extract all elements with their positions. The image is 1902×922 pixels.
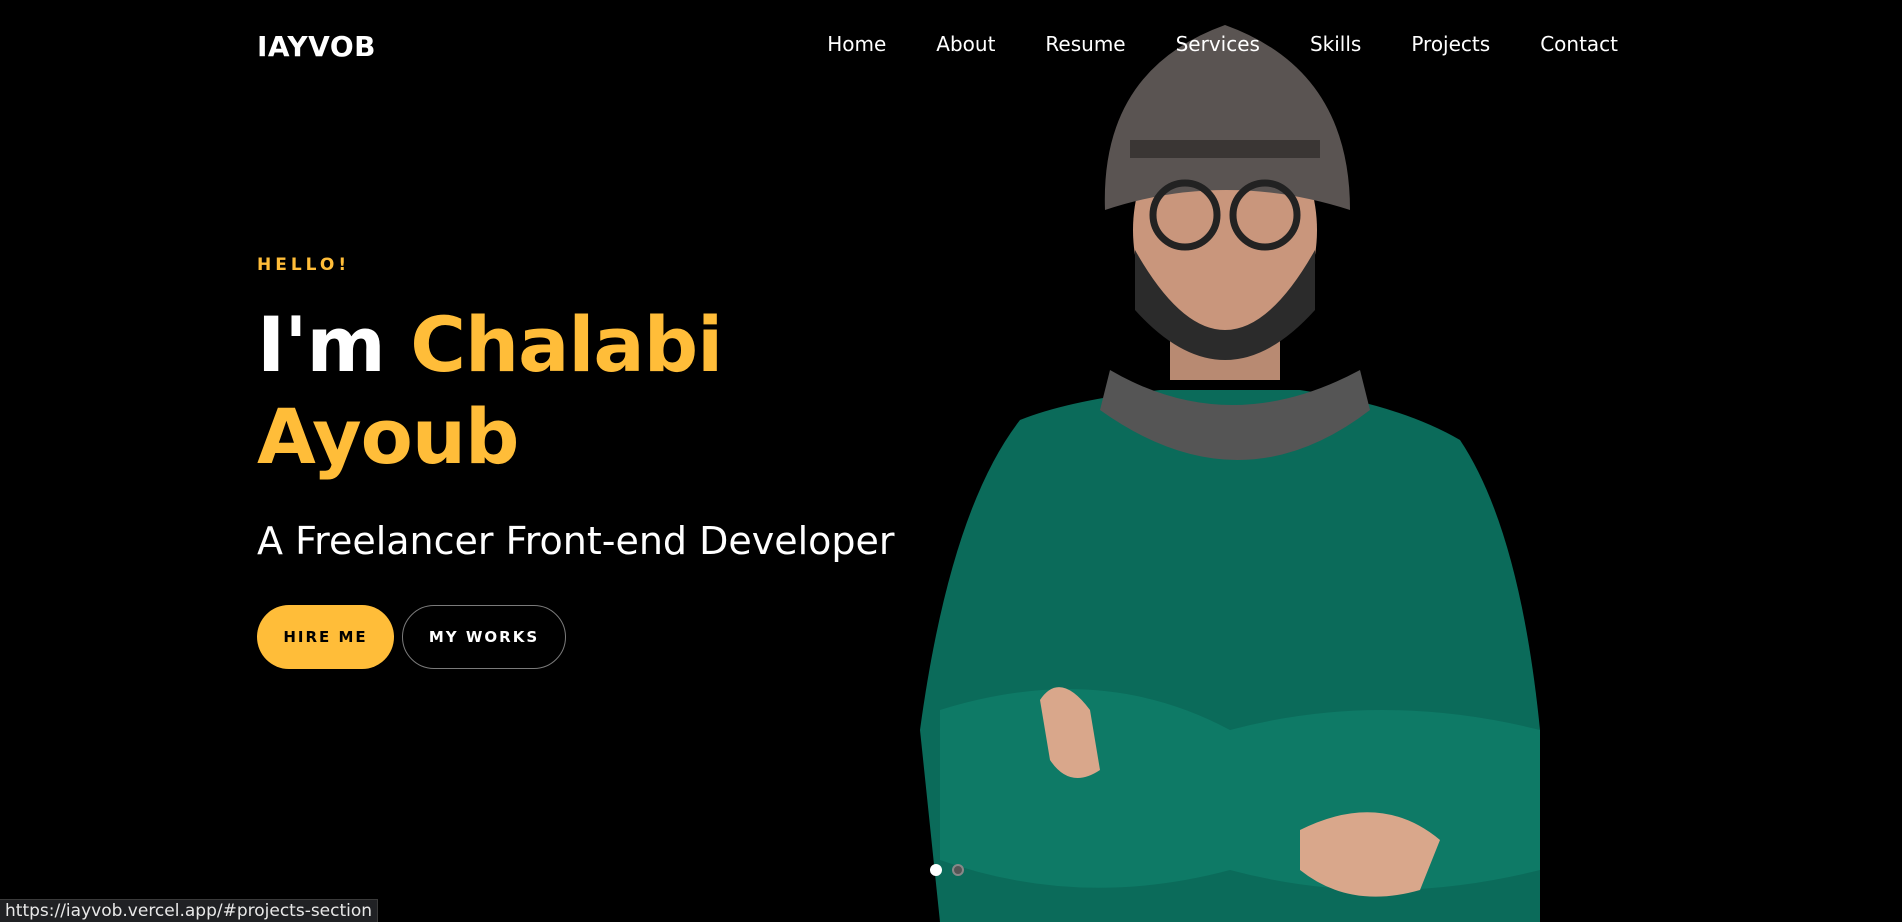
- slider-dots: [930, 864, 964, 876]
- hero-greeting: HELLO!: [257, 255, 351, 275]
- portrait-hat-band: [1130, 140, 1320, 158]
- nav-projects[interactable]: Projects: [1411, 32, 1490, 56]
- status-bar-url: https://iayvob.vercel.app/#projects-sect…: [0, 899, 379, 922]
- my-works-button[interactable]: MY WORKS: [402, 605, 566, 669]
- nav-contact[interactable]: Contact: [1540, 32, 1618, 56]
- hero-name-prefix: I'm: [257, 300, 386, 389]
- nav-services[interactable]: Services: [1176, 32, 1260, 56]
- hero-first-name: Chalabi: [410, 300, 723, 389]
- hero-title: I'm Chalabi Ayoub: [257, 299, 957, 483]
- main-nav: Home About Resume Services Skills Projec…: [827, 32, 1618, 56]
- nav-home[interactable]: Home: [827, 32, 886, 56]
- hero-last-name: Ayoub: [257, 392, 519, 481]
- slider-dot-2[interactable]: [952, 864, 964, 876]
- slider-dot-1[interactable]: [930, 864, 942, 876]
- nav-about[interactable]: About: [936, 32, 995, 56]
- hero-buttons: HIRE ME MY WORKS: [257, 605, 957, 669]
- nav-skills[interactable]: Skills: [1310, 32, 1361, 56]
- nav-resume[interactable]: Resume: [1045, 32, 1125, 56]
- hero-section: HELLO! I'm Chalabi Ayoub A Freelancer Fr…: [257, 255, 957, 669]
- site-logo[interactable]: IAYVOB: [257, 30, 376, 63]
- hero-portrait-image: [920, 25, 1540, 922]
- hire-me-button[interactable]: HIRE ME: [257, 605, 394, 669]
- hero-tagline: A Freelancer Front-end Developer: [257, 519, 895, 563]
